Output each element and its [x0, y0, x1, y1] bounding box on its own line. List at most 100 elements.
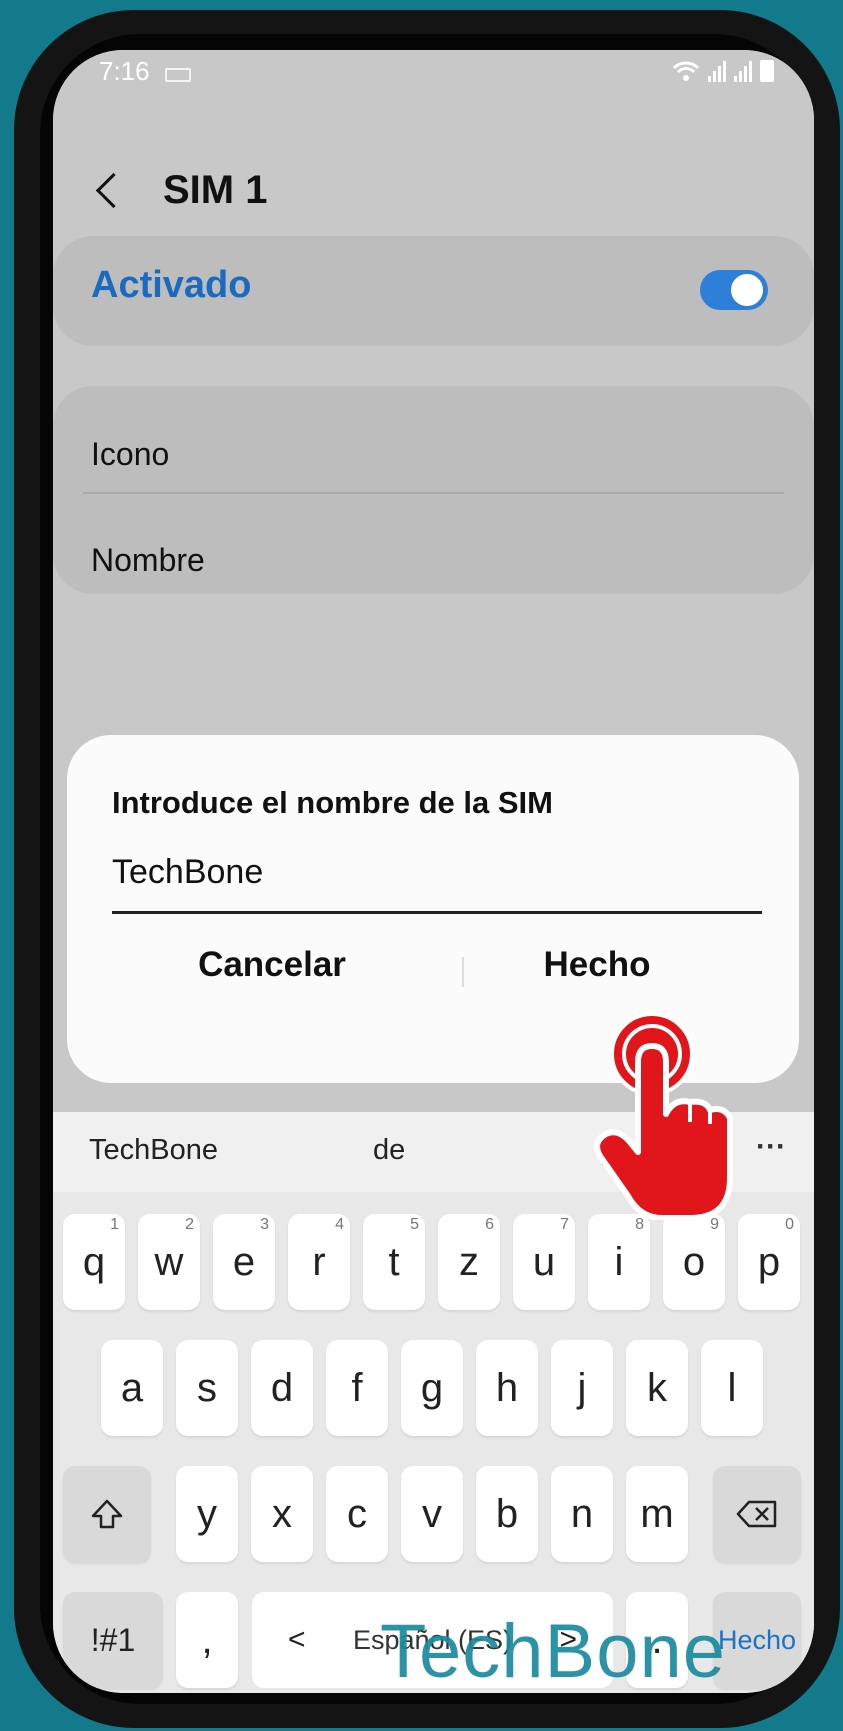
- key-label: p: [757, 1239, 781, 1284]
- key-label: ,: [201, 1617, 213, 1662]
- dialog-title: Introduce el nombre de la SIM: [112, 785, 553, 820]
- symbols-key[interactable]: !#1: [63, 1592, 163, 1688]
- suggestion-item[interactable]: TechBone: [89, 1134, 218, 1167]
- key-label: j: [577, 1365, 587, 1410]
- key-t[interactable]: 5t: [363, 1214, 425, 1310]
- key-f[interactable]: f: [326, 1340, 388, 1436]
- shift-key[interactable]: [63, 1466, 151, 1562]
- more-options-icon[interactable]: ···: [756, 1130, 786, 1164]
- key-label: m: [640, 1491, 674, 1536]
- key-label: x: [272, 1491, 292, 1536]
- key-d[interactable]: d: [251, 1340, 313, 1436]
- setting-icono[interactable]: Icono: [91, 436, 169, 473]
- key-o[interactable]: 9o: [663, 1214, 725, 1310]
- activado-toggle[interactable]: [700, 270, 768, 310]
- key-label: t: [388, 1239, 400, 1284]
- signal-sim2-icon: [734, 61, 752, 82]
- key-label: y: [197, 1491, 217, 1536]
- activado-label: Activado: [91, 264, 252, 306]
- key-j[interactable]: j: [551, 1340, 613, 1436]
- key-number: 6: [485, 1216, 494, 1233]
- activado-card[interactable]: Activado: [53, 236, 814, 346]
- key-label: h: [495, 1365, 519, 1410]
- key-label: s: [197, 1365, 217, 1410]
- key-c[interactable]: c: [326, 1466, 388, 1562]
- key-number: 1: [110, 1216, 119, 1233]
- key-v[interactable]: v: [401, 1466, 463, 1562]
- key-label: z: [459, 1239, 479, 1284]
- toggle-knob: [730, 273, 764, 307]
- key-h[interactable]: h: [476, 1340, 538, 1436]
- key-label: b: [495, 1491, 519, 1536]
- back-arrow-icon[interactable]: [83, 160, 143, 220]
- status-bar: 7:16: [53, 54, 814, 114]
- key-p[interactable]: 0p: [738, 1214, 800, 1310]
- key-label: a: [120, 1365, 144, 1410]
- key-e[interactable]: 3e: [213, 1214, 275, 1310]
- key-number: 7: [560, 1216, 569, 1233]
- key-n[interactable]: n: [551, 1466, 613, 1562]
- key-z[interactable]: 6z: [438, 1214, 500, 1310]
- key-number: 3: [260, 1216, 269, 1233]
- key-i[interactable]: 8i: [588, 1214, 650, 1310]
- key-k[interactable]: k: [626, 1340, 688, 1436]
- techbone-watermark: TechBone: [380, 1609, 727, 1694]
- page-title: SIM 1: [163, 167, 268, 212]
- cursor-left-icon[interactable]: <: [288, 1623, 306, 1657]
- key-label: e: [232, 1239, 256, 1284]
- backspace-key[interactable]: [713, 1466, 801, 1562]
- backspace-icon: [736, 1500, 777, 1528]
- key-a[interactable]: a: [101, 1340, 163, 1436]
- key-label: r: [312, 1239, 326, 1284]
- comma-key[interactable]: ,: [176, 1592, 238, 1688]
- sim-name-input[interactable]: [112, 853, 762, 892]
- key-label: d: [270, 1365, 294, 1410]
- key-g[interactable]: g: [401, 1340, 463, 1436]
- key-label: Hecho: [717, 1624, 797, 1655]
- app-header: SIM 1: [83, 150, 267, 230]
- sim-name-field-wrapper: [112, 843, 762, 914]
- key-x[interactable]: x: [251, 1466, 313, 1562]
- key-number: 5: [410, 1216, 419, 1233]
- cancel-button[interactable]: Cancelar: [122, 945, 422, 985]
- key-number: 2: [185, 1216, 194, 1233]
- key-label: f: [351, 1365, 363, 1410]
- key-number: 4: [335, 1216, 344, 1233]
- settings-card: Icono Nombre: [53, 386, 814, 594]
- key-label: !#1: [90, 1621, 136, 1658]
- key-label: w: [154, 1239, 184, 1284]
- key-b[interactable]: b: [476, 1466, 538, 1562]
- key-w[interactable]: 2w: [138, 1214, 200, 1310]
- screen: 7:16 SIM 1 Activado Icono Nombre Introdu…: [53, 50, 814, 1693]
- divider: [83, 492, 784, 494]
- wifi-icon: [672, 61, 700, 81]
- suggestion-item[interactable]: de: [373, 1134, 405, 1167]
- key-r[interactable]: 4r: [288, 1214, 350, 1310]
- key-label: o: [682, 1239, 706, 1284]
- key-label: v: [422, 1491, 442, 1536]
- shift-arrow-icon: [91, 1499, 123, 1529]
- signal-sim1-icon: [708, 61, 726, 82]
- done-button[interactable]: Hecho: [447, 945, 747, 985]
- key-s[interactable]: s: [176, 1340, 238, 1436]
- key-label: g: [420, 1365, 444, 1410]
- key-m[interactable]: m: [626, 1466, 688, 1562]
- key-label: n: [570, 1491, 594, 1536]
- key-label: c: [347, 1491, 367, 1536]
- key-label: l: [727, 1365, 737, 1410]
- key-label: u: [532, 1239, 556, 1284]
- battery-icon: [760, 60, 774, 82]
- key-y[interactable]: y: [176, 1466, 238, 1562]
- tap-hand-icon: [594, 1012, 733, 1220]
- setting-nombre[interactable]: Nombre: [91, 542, 205, 579]
- keyboard-indicator-icon: [165, 68, 191, 82]
- key-number: 0: [785, 1216, 794, 1233]
- status-icons: [672, 60, 774, 82]
- enter-key[interactable]: Hecho: [713, 1592, 801, 1688]
- key-l[interactable]: l: [701, 1340, 763, 1436]
- key-label: q: [82, 1239, 106, 1284]
- status-time: 7:16: [99, 56, 150, 86]
- key-q[interactable]: 1q: [63, 1214, 125, 1310]
- key-u[interactable]: 7u: [513, 1214, 575, 1310]
- key-label: i: [614, 1239, 624, 1284]
